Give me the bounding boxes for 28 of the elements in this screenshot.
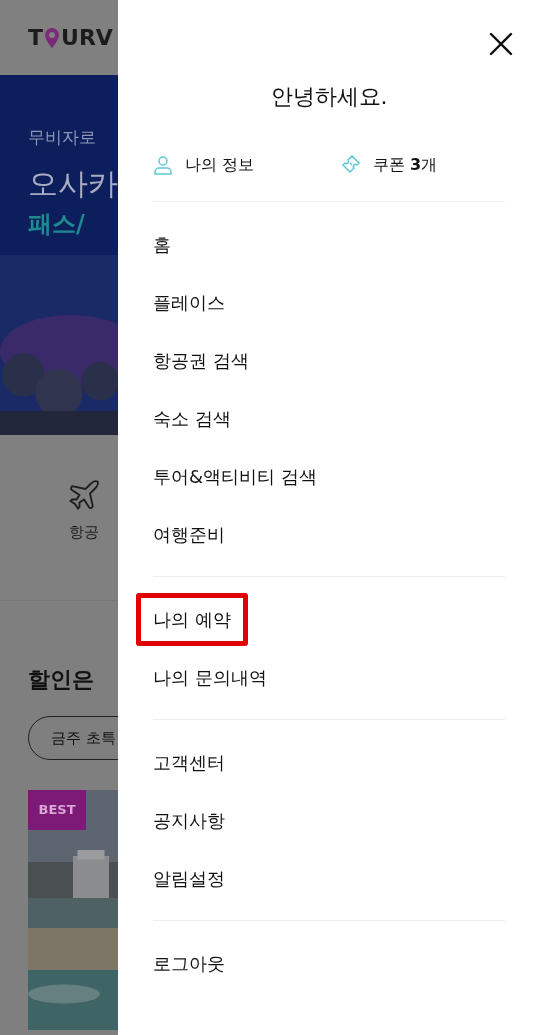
- best-badge: BEST: [28, 790, 86, 830]
- logo-text: T: [28, 26, 43, 49]
- close-icon: [489, 32, 513, 56]
- menu-item[interactable]: 공지사항: [153, 806, 225, 834]
- my-info-link[interactable]: 나의 정보: [185, 153, 255, 177]
- ticket-icon: [339, 154, 361, 176]
- menu-item[interactable]: 홈: [153, 230, 171, 258]
- menu-item[interactable]: 로그아웃: [153, 949, 225, 977]
- close-button[interactable]: [487, 30, 515, 58]
- menu-item[interactable]: 나의 예약: [136, 592, 248, 646]
- menu-item[interactable]: 고객센터: [153, 748, 225, 776]
- menu-item[interactable]: 투어&액티비티 검색: [153, 462, 317, 490]
- banner-highlight: 패스/: [28, 208, 86, 240]
- menu-item[interactable]: 플레이스: [153, 288, 225, 316]
- logo-text: URV: [61, 26, 113, 49]
- greeting: 안녕하세요.: [270, 83, 388, 111]
- pin-icon: [44, 26, 60, 49]
- menu-item[interactable]: 여행준비: [153, 520, 225, 548]
- menu-item[interactable]: 숙소 검색: [153, 404, 231, 432]
- user-icon: [153, 155, 173, 175]
- banner-title: 오사카: [28, 164, 118, 203]
- menu-item[interactable]: 항공권 검색: [153, 346, 249, 374]
- banner-subtitle: 무비자로: [28, 126, 97, 149]
- coupon-link[interactable]: 쿠폰 3개: [373, 153, 438, 177]
- menu-item[interactable]: 나의 문의내역: [153, 663, 267, 691]
- quick-menu-label[interactable]: 항공: [69, 521, 99, 544]
- menu-item[interactable]: 알림설정: [153, 864, 225, 892]
- section-heading: 할인은: [28, 666, 95, 694]
